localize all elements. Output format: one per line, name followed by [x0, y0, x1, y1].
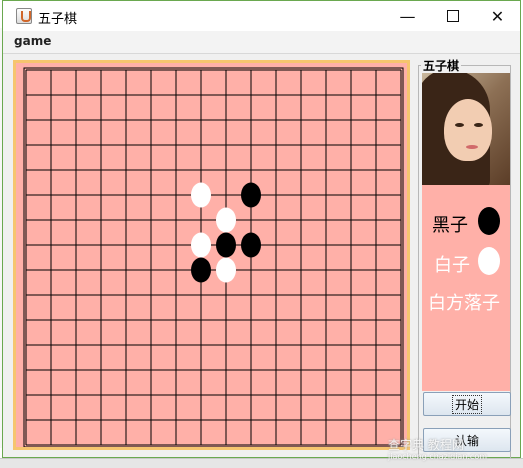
title-bar[interactable]: 五子棋 — ✕	[3, 1, 520, 31]
side-panel-title: 五子棋	[421, 57, 462, 74]
black-stone	[191, 257, 211, 283]
black-stone	[241, 182, 261, 208]
black-stone-icon	[478, 207, 500, 235]
black-stone	[241, 232, 261, 258]
start-button[interactable]: 开始	[423, 392, 511, 416]
board-outer-border	[23, 67, 404, 447]
white-stone	[216, 257, 236, 283]
maximize-icon	[446, 10, 459, 22]
side-panel: 五子棋 黑子 白子 白方落子 开始 认输	[417, 57, 515, 459]
window-title: 五子棋	[38, 12, 78, 27]
java-app-icon	[16, 8, 32, 24]
watermark-url: jiaocheng.chazidian.com	[388, 452, 488, 461]
board-grid[interactable]	[16, 63, 407, 447]
white-stone-icon	[478, 247, 500, 275]
gomoku-board[interactable]	[13, 60, 410, 450]
close-button[interactable]: ✕	[475, 1, 520, 31]
watermark-text: 查字典 教程网	[388, 438, 464, 452]
menu-bar: game	[3, 31, 520, 54]
white-player-label: 白子	[434, 255, 470, 276]
player-info: 黑子 白子 白方落子	[422, 185, 510, 391]
minimize-icon: —	[399, 6, 416, 26]
start-button-label: 开始	[451, 394, 482, 414]
menu-game[interactable]: game	[14, 34, 51, 48]
player-avatar	[422, 73, 510, 185]
maximize-button[interactable]	[430, 1, 475, 31]
close-icon: ✕	[490, 6, 505, 26]
white-stone	[216, 207, 236, 233]
minimize-button[interactable]: —	[385, 1, 430, 31]
turn-status: 白方落子	[428, 293, 500, 314]
black-player-label: 黑子	[432, 215, 468, 236]
game-window: 五子棋 — ✕ game 五子棋 黑子 白子 白方落子 开始 认输	[2, 0, 521, 459]
white-stone	[191, 232, 211, 258]
black-stone	[216, 232, 236, 258]
white-stone	[191, 182, 211, 208]
